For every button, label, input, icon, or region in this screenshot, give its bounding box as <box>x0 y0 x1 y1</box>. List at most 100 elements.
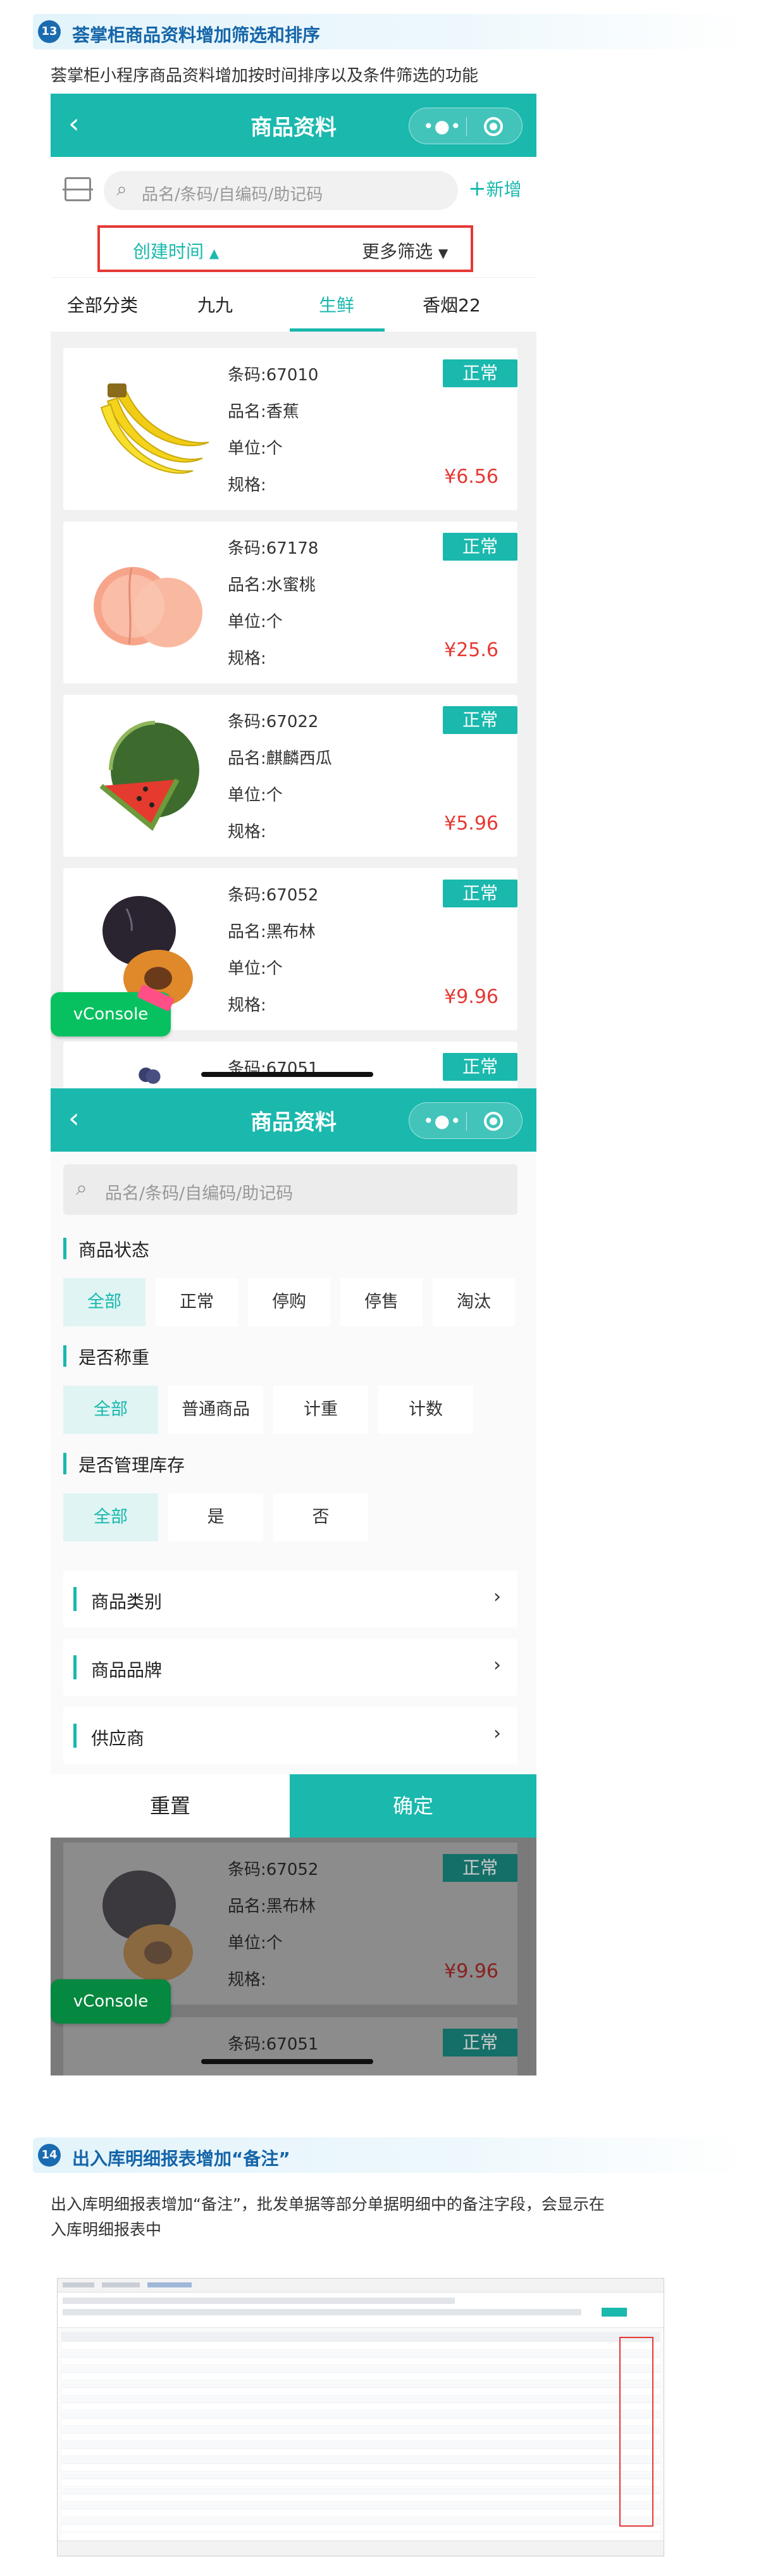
banana-icon <box>100 383 209 474</box>
table-row <box>61 2510 660 2517</box>
category-tabs: 全部分类 九九 生鲜 香烟22 <box>51 277 536 332</box>
search-placeholder: 品名/条码/自编码/助记码 <box>105 1184 294 1204</box>
option-eliminated[interactable]: 淘汰 <box>433 1278 515 1326</box>
caret-up-icon: ▲ <box>209 246 220 261</box>
more-dots-icon[interactable]: •●• <box>423 1111 461 1131</box>
barcode: 条码:67010 <box>228 366 319 385</box>
option-no[interactable]: 否 <box>273 1493 368 1541</box>
add-button[interactable]: +新增 <box>468 176 522 201</box>
close-record-icon[interactable] <box>484 117 503 136</box>
table-row <box>61 2442 660 2449</box>
scan-icon[interactable] <box>63 177 93 201</box>
row-label: 供应商 <box>91 1728 145 1749</box>
mini-program-capsule[interactable]: •●• <box>409 1102 523 1139</box>
reset-button[interactable]: 重置 <box>51 1774 290 1838</box>
product-card[interactable]: 条码:67178 品名:水蜜桃 单位:个 规格: 正常 ¥25.6 <box>63 521 517 683</box>
nav-bar: ‹ 商品资料 •●• <box>51 1088 536 1152</box>
option-all[interactable]: 全部 <box>63 1493 158 1541</box>
table-row <box>61 2343 660 2350</box>
highlight-box <box>619 2337 653 2527</box>
grape-icon <box>139 1067 161 1084</box>
product-name: 品名:黑布林 <box>228 1897 316 1916</box>
report-screenshot <box>57 2278 664 2556</box>
section-title: 荟掌柜商品资料增加筛选和排序 <box>72 25 321 46</box>
option-stop-sale[interactable]: 停售 <box>340 1278 423 1326</box>
product-card[interactable]: 条码:67051 正常 <box>63 1042 517 1088</box>
tab-cigarette[interactable]: 香烟22 <box>401 292 502 317</box>
spec: 规格: <box>228 649 266 668</box>
report-toolbar <box>58 2293 664 2328</box>
row-supplier[interactable]: 供应商 › <box>63 1707 517 1764</box>
unit: 单位:个 <box>228 959 283 978</box>
table-row <box>61 2389 660 2396</box>
spec: 规格: <box>228 823 266 842</box>
tab-all-categories[interactable]: 全部分类 <box>52 292 153 317</box>
section-14-description-line2: 入库明细报表中 <box>51 2220 162 2239</box>
product-card[interactable]: 条码:67022 品名:麒麟西瓜 单位:个 规格: 正常 ¥5.96 <box>63 695 517 857</box>
table-row <box>61 2404 660 2411</box>
table-row <box>61 2366 660 2373</box>
query-button-placeholder <box>602 2308 627 2317</box>
chevron-right-icon: › <box>493 1722 501 1745</box>
row-label: 商品品牌 <box>91 1660 163 1681</box>
more-filter-button[interactable]: 更多筛选 ▼ <box>362 238 448 263</box>
option-all[interactable]: 全部 <box>63 1278 145 1326</box>
row-brand[interactable]: 商品品牌 › <box>63 1639 517 1696</box>
table-row <box>61 2358 660 2365</box>
table-row <box>61 2525 660 2532</box>
section-number: 13 <box>38 20 61 43</box>
more-filter-label: 更多筛选 <box>362 241 433 262</box>
price: ¥9.96 <box>444 986 498 1008</box>
filter-search-input[interactable]: ⌕ 品名/条码/自编码/助记码 <box>63 1164 517 1215</box>
mini-program-capsule[interactable]: •●• <box>409 108 523 144</box>
product-card[interactable]: 条码:67010 品名:香蕉 单位:个 规格: 正常 ¥6.56 <box>63 348 517 510</box>
tab-placeholder <box>63 2282 94 2287</box>
option-normal[interactable]: 正常 <box>156 1278 238 1326</box>
tab-jiujiu[interactable]: 九九 <box>164 292 266 317</box>
more-dots-icon[interactable]: •●• <box>423 116 461 137</box>
table-row <box>61 2518 660 2525</box>
option-stop-purchase[interactable]: 停购 <box>248 1278 330 1326</box>
table-row <box>61 2472 660 2479</box>
option-normal-goods[interactable]: 普通商品 <box>168 1386 263 1434</box>
group-label-status: 商品状态 <box>63 1236 149 1262</box>
vconsole-button[interactable]: vConsole <box>51 984 175 1036</box>
confirm-button[interactable]: 确定 <box>290 1774 536 1838</box>
table-row <box>61 2503 660 2510</box>
report-table <box>61 2332 660 2541</box>
table-row <box>61 2465 660 2472</box>
option-by-weight[interactable]: 计重 <box>273 1386 368 1434</box>
table-footer <box>58 2541 664 2556</box>
table-row <box>61 2396 660 2403</box>
search-input[interactable]: ⌕ 品名/条码/自编码/助记码 <box>104 171 458 210</box>
status-badge: 正常 <box>443 706 517 734</box>
unit: 单位:个 <box>228 613 283 632</box>
vconsole-label: vConsole <box>73 1992 149 2011</box>
tab-fresh[interactable]: 生鲜 <box>286 292 387 317</box>
group-label-inventory: 是否管理库存 <box>63 1452 185 1477</box>
chevron-right-icon: › <box>493 1586 501 1608</box>
barcode: 条码:67052 <box>228 1860 319 1879</box>
row-category[interactable]: 商品类别 › <box>63 1571 517 1627</box>
home-indicator <box>201 1072 373 1077</box>
search-placeholder: 品名/条码/自编码/助记码 <box>142 185 323 204</box>
price: ¥6.56 <box>444 466 498 488</box>
home-indicator <box>201 2059 373 2064</box>
option-all[interactable]: 全部 <box>63 1386 158 1434</box>
unit: 单位:个 <box>228 439 283 458</box>
section-title: 出入库明细报表增加“备注” <box>72 2148 290 2169</box>
filter-screen: ‹ 商品资料 •●• ⌕ 品名/条码/自编码/助记码 商品状态 全部 正常 停购… <box>51 1088 536 2075</box>
sort-by-time-button[interactable]: 创建时间 ▲ <box>133 238 219 263</box>
nav-bar: ‹ 商品资料 •●• <box>51 94 536 157</box>
vconsole-button[interactable]: vConsole <box>51 1979 171 2024</box>
dimmed-overlay: 条码:67052 品名:黑布林 单位:个 规格: 正常 ¥9.96 条码:670… <box>51 1838 536 2075</box>
status-badge: 正常 <box>443 1854 517 1882</box>
group-label-weighing: 是否称重 <box>63 1344 149 1369</box>
close-record-icon[interactable] <box>484 1112 503 1131</box>
table-row <box>61 2411 660 2418</box>
product-card: 条码:67051 正常 <box>63 2017 517 2075</box>
option-yes[interactable]: 是 <box>168 1493 263 1541</box>
vconsole-label: vConsole <box>73 1005 149 1024</box>
status-badge: 正常 <box>443 533 517 561</box>
option-by-count[interactable]: 计数 <box>378 1386 473 1434</box>
